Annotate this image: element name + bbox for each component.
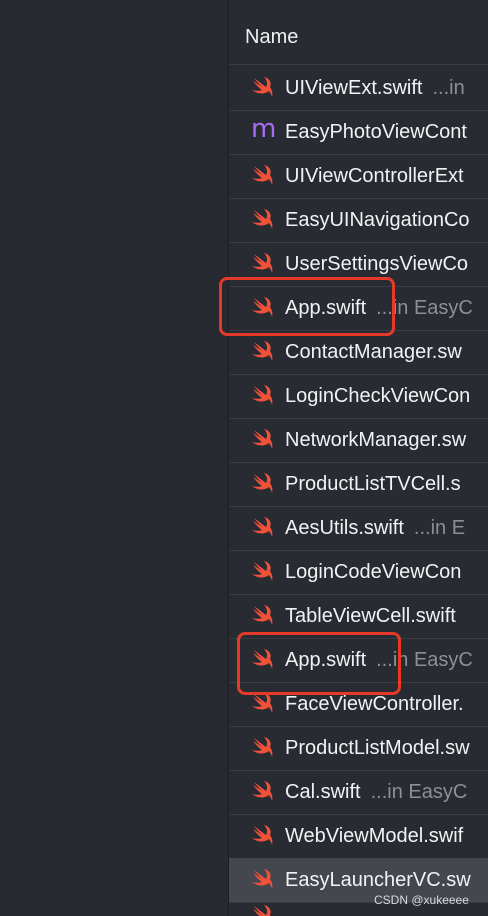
file-location: ...in EasyC	[370, 781, 468, 803]
swift-icon	[252, 517, 273, 537]
swift-icon	[252, 737, 273, 757]
file-name-text: WebViewModel.swif	[285, 825, 464, 847]
file-name-text: LoginCheckViewCon	[285, 385, 471, 407]
file-name: TableViewCell.swift	[285, 605, 456, 628]
file-row[interactable]: Cal.swift ...in EasyC	[229, 770, 488, 815]
file-name: UIViewControllerExt	[285, 165, 464, 188]
file-name-text: UIViewExt.swift	[285, 77, 423, 99]
swift-icon	[252, 165, 273, 185]
swift-icon	[253, 905, 271, 916]
swift-icon	[252, 693, 273, 713]
file-row[interactable]: ProductListModel.sw	[229, 726, 488, 771]
file-name: NetworkManager.sw	[285, 429, 466, 452]
swift-icon	[252, 605, 273, 625]
file-name: ProductListTVCell.s	[285, 473, 461, 496]
swift-icon	[252, 77, 273, 97]
annotation-highlight-box	[219, 277, 395, 336]
file-name: UIViewExt.swift ...in	[285, 77, 465, 100]
file-list: Name UIViewExt.swift ...in m EasyPhotoViewC…	[228, 0, 488, 916]
file-row[interactable]: ProductListTVCell.s	[229, 462, 488, 507]
file-row[interactable]: LoginCheckViewCon	[229, 374, 488, 419]
file-name: ContactManager.sw	[285, 341, 462, 364]
file-name: LoginCheckViewCon	[285, 385, 470, 408]
file-name: EasyLauncherVC.sw	[285, 869, 471, 892]
file-name-text: ProductListModel.sw	[285, 737, 470, 759]
file-row[interactable]: UIViewExt.swift ...in	[229, 66, 488, 111]
file-row[interactable]: UIViewControllerExt	[229, 154, 488, 199]
file-row[interactable]: ContactManager.sw	[229, 330, 488, 375]
file-name-text: ContactManager.sw	[285, 341, 462, 363]
swift-icon	[252, 341, 273, 361]
file-name-text: EasyLauncherVC.sw	[285, 869, 471, 891]
file-row[interactable]: AesUtils.swift ...in E	[229, 506, 488, 551]
file-name: Cal.swift ...in EasyC	[285, 781, 467, 804]
swift-icon	[252, 253, 273, 273]
file-name: WebViewModel.swif	[285, 825, 463, 848]
file-name: FaceViewController.	[285, 693, 464, 716]
file-name: LoginCodeViewCon	[285, 561, 461, 584]
swift-icon	[252, 473, 273, 493]
swift-icon	[252, 385, 273, 405]
file-row[interactable]: EasyUINavigationCo	[229, 198, 488, 243]
file-name: EasyPhotoViewCont	[285, 121, 467, 144]
file-name-text: EasyUINavigationCo	[285, 209, 470, 231]
swift-icon	[252, 561, 273, 581]
annotation-highlight-box	[237, 632, 401, 695]
objc-m-icon: m	[251, 114, 277, 144]
file-name-text: LoginCodeViewCon	[285, 561, 462, 583]
file-name-text: AesUtils.swift	[285, 517, 404, 539]
navigator-left-pane	[0, 0, 228, 916]
file-row[interactable]: WebViewModel.swif	[229, 814, 488, 859]
name-header-label: Name	[245, 26, 299, 48]
name-column-header[interactable]: Name	[229, 0, 488, 65]
swift-icon	[252, 869, 273, 889]
file-name-text: ProductListTVCell.s	[285, 473, 461, 495]
file-name-text: EasyPhotoViewCont	[285, 121, 467, 143]
file-name-text: FaceViewController.	[285, 693, 464, 715]
file-name: ProductListModel.sw	[285, 737, 470, 760]
swift-icon	[252, 825, 273, 845]
file-name-text: UIViewControllerExt	[285, 165, 464, 187]
file-location: ...in	[432, 77, 465, 99]
csdn-watermark: CSDN @xukeeee	[374, 893, 469, 907]
file-row[interactable]: m EasyPhotoViewCont	[229, 110, 488, 155]
file-name: AesUtils.swift ...in E	[285, 517, 465, 540]
swift-icon	[252, 781, 273, 801]
file-name: UserSettingsViewCo	[285, 253, 468, 276]
file-row[interactable]: NetworkManager.sw	[229, 418, 488, 463]
file-location: ...in E	[413, 517, 466, 539]
file-row[interactable]: LoginCodeViewCon	[229, 550, 488, 595]
file-name-text: TableViewCell.swift	[285, 605, 456, 627]
swift-icon	[252, 209, 273, 229]
swift-icon	[252, 429, 273, 449]
file-name-text: Cal.swift	[285, 781, 361, 803]
file-name-text: UserSettingsViewCo	[285, 253, 469, 275]
file-name-text: NetworkManager.sw	[285, 429, 467, 451]
file-name: EasyUINavigationCo	[285, 209, 470, 232]
